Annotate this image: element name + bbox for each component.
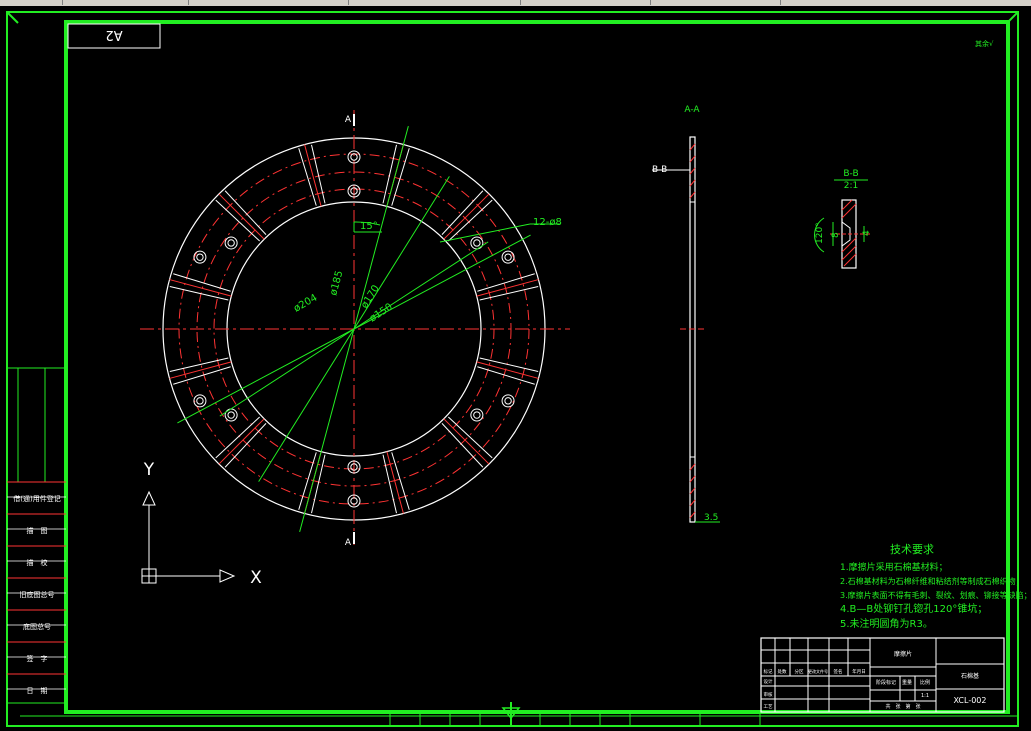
role-label: 审核 [764, 691, 773, 698]
row-label: 年月日 [852, 668, 866, 675]
title-block: 摩擦片 石棉基 XCL-002 阶段标记 重量 比例 1:1 共 张 第 张 标… [760, 637, 1005, 713]
side-table-label: 借(通)用件登记 [13, 494, 60, 503]
section-bb-callout: B-B [652, 165, 667, 175]
material: 石棉基 [961, 672, 979, 680]
detail-depth-dimension: 8 [831, 232, 841, 238]
weight-label: 重量 [902, 679, 912, 686]
side-table-label: 描 图 [27, 526, 48, 535]
rivet-hole-inner [504, 253, 512, 261]
detail-bb-title: B-B [843, 169, 858, 179]
drawing-number: XCL-002 [954, 696, 987, 705]
rivet-hole-inner [473, 239, 481, 247]
row-label: 更改文件号 [808, 668, 828, 674]
section-aa-view: A-A B-B 3.5 [652, 105, 720, 523]
cut-marker-bottom: A [345, 538, 352, 548]
part-name: 摩擦片 [894, 650, 912, 658]
row-label: 分区 [795, 668, 804, 675]
toolbar-segment[interactable] [62, 0, 189, 5]
angle-dimension: 15° [360, 221, 378, 232]
pad-slot-center [443, 193, 490, 240]
row-label: 标记 [764, 668, 773, 675]
side-table-label: 旧底图总号 [20, 590, 55, 599]
toolbar-segment[interactable] [188, 0, 349, 5]
scale-label: 比例 [920, 679, 930, 686]
ucs-axis-icon [141, 490, 236, 584]
side-registration-table: 借(通)用件登记描 图描 校旧底图总号底图总号签 字日 期 [7, 367, 66, 704]
dia-185-label: ø185 [328, 270, 345, 297]
rivet-hole-inner [196, 253, 204, 261]
toolbar-segment[interactable] [520, 0, 651, 5]
toolbar-segment[interactable] [650, 0, 781, 5]
pad-slot-center [443, 418, 490, 465]
y-axis-label: Y [143, 460, 155, 480]
rivet-hole-inner [227, 411, 235, 419]
main-view: A A 15° 12-ø8 ø204 ø185 ø170 ø150 [140, 110, 570, 548]
hole-dimension: 12-ø8 [533, 217, 562, 228]
thickness-dimension: 3.5 [704, 513, 718, 523]
section-aa-title: A-A [684, 105, 700, 115]
cut-marker-top: A [345, 115, 352, 125]
detail-angle-dimension: 120° [815, 222, 825, 244]
rivet-hole [193, 394, 207, 408]
tech-req-title: 技术要求 [890, 543, 934, 556]
side-table-label: 底图总号 [23, 622, 51, 631]
tech-req-item: 3.摩擦片表面不得有毛刺、裂纹、划痕、铆接等缺陷； [840, 590, 1031, 600]
stage-label: 阶段标记 [876, 679, 896, 686]
rivet-hole [470, 408, 484, 422]
toolbar-segment[interactable] [0, 0, 63, 5]
toolbar-segment[interactable] [348, 0, 521, 5]
rivet-hole-inner [473, 411, 481, 419]
detail-bb-scale: 2:1 [844, 181, 858, 191]
side-table-label: 描 校 [27, 558, 48, 567]
drawing-canvas[interactable]: A2 其余√ 借(通)用件登记描 图描 校旧底图总号 底图总号签 字日 期 A … [0, 6, 1031, 727]
detail-bb-view: B-B 2:1 8 120° 4 [814, 169, 872, 269]
rivet-hole [470, 236, 484, 250]
hole-dim-leader [439, 223, 531, 243]
pad-slot-center [218, 418, 265, 465]
tech-req-item: 1.摩擦片采用石棉基材料； [840, 561, 948, 573]
rivet-hole-inner [227, 239, 235, 247]
detail-width-dimension: 4 [862, 230, 872, 236]
rivet-hole [193, 250, 207, 264]
rivet-hole [224, 236, 238, 250]
format-label: A2 [105, 27, 122, 42]
rivet-hole [224, 408, 238, 422]
dia-204-label: ø204 [292, 292, 319, 314]
row-label: 处数 [778, 668, 787, 675]
rivet-hole-inner [504, 397, 512, 405]
rivet-hole [501, 250, 515, 264]
role-label: 设计 [764, 678, 773, 685]
tech-req-item: 2.石棉基材料为石棉纤维和粘结剂等制成石棉织物； [840, 576, 1024, 586]
scale-value: 1:1 [921, 693, 929, 699]
row-label: 签名 [834, 668, 843, 675]
sheet-count: 共 张 第 张 [885, 703, 920, 710]
surface-finish-note: 其余√ [975, 39, 994, 48]
x-axis-label: X [250, 568, 262, 588]
rivet-hole [501, 394, 515, 408]
role-label: 工艺 [764, 704, 773, 710]
dimension-leader [258, 328, 355, 482]
corner-mark [1007, 11, 1019, 23]
side-table-label: 签 字 [27, 654, 48, 663]
rivet-hole-inner [196, 397, 204, 405]
centering-mark [501, 702, 521, 727]
technical-requirements: 技术要求 1.摩擦片采用石棉基材料； 2.石棉基材料为石棉纤维和粘结剂等制成石棉… [840, 543, 1031, 630]
tech-req-item: 5.未注明圆角为R3。 [840, 617, 933, 630]
corner-mark [6, 11, 19, 24]
tech-req-item: 4.B—B处铆钉孔锪孔120°锥坑； [840, 602, 987, 615]
side-table-label: 日 期 [27, 687, 48, 695]
pad-slot-center [218, 193, 265, 240]
